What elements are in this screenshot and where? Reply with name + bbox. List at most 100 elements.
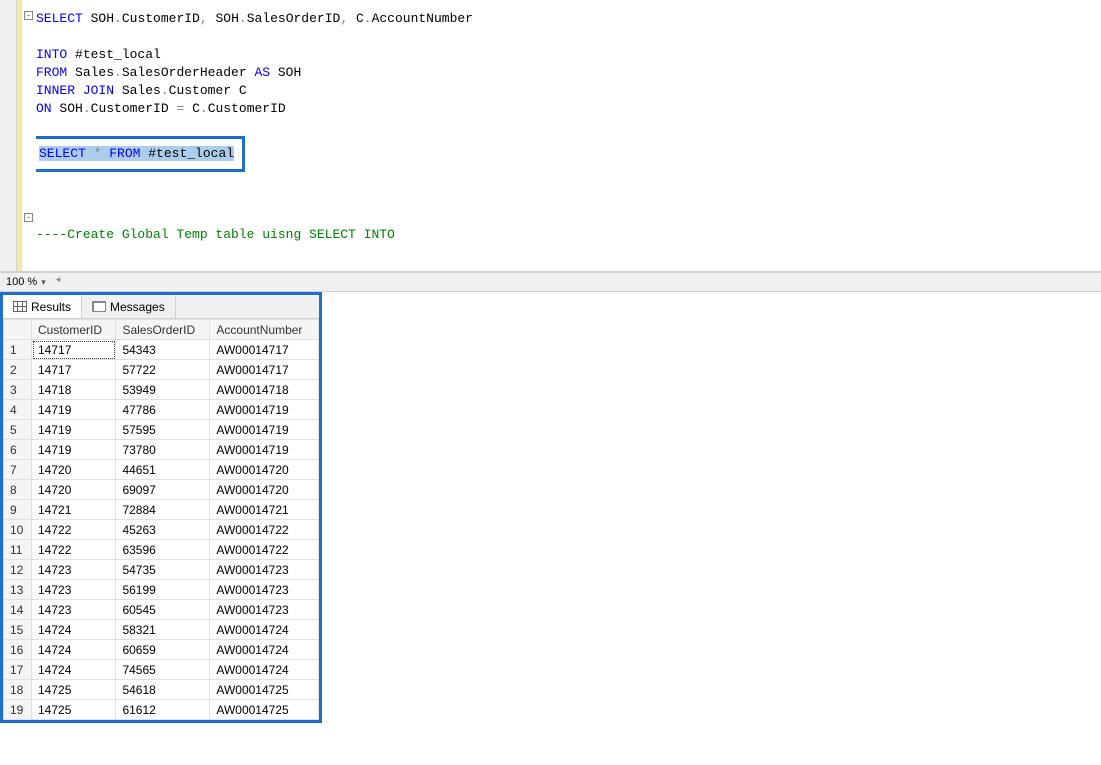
row-number[interactable]: 2 <box>4 360 32 380</box>
grid-cell[interactable]: 45263 <box>116 520 210 540</box>
grid-cell[interactable]: AW00014725 <box>210 680 319 700</box>
grid-cell[interactable]: AW00014720 <box>210 480 319 500</box>
table-row[interactable]: 31471853949AW00014718 <box>4 380 319 400</box>
grid-cell[interactable]: AW00014722 <box>210 520 319 540</box>
row-number[interactable]: 1 <box>4 340 32 360</box>
grid-cell[interactable]: 14722 <box>32 540 116 560</box>
grid-cell[interactable]: 54735 <box>116 560 210 580</box>
grid-cell[interactable]: 54343 <box>116 340 210 360</box>
grid-cell[interactable]: AW00014721 <box>210 500 319 520</box>
table-row[interactable]: 81472069097AW00014720 <box>4 480 319 500</box>
table-row[interactable]: 91472172884AW00014721 <box>4 500 319 520</box>
grid-cell[interactable]: 14724 <box>32 640 116 660</box>
grid-cell[interactable]: AW00014719 <box>210 440 319 460</box>
table-row[interactable]: 11471754343AW00014717 <box>4 340 319 360</box>
grid-cell[interactable]: 14721 <box>32 500 116 520</box>
row-number[interactable]: 8 <box>4 480 32 500</box>
grid-cell[interactable]: 74565 <box>116 660 210 680</box>
table-row[interactable]: 181472554618AW00014725 <box>4 680 319 700</box>
grid-cell[interactable]: 57722 <box>116 360 210 380</box>
column-header[interactable]: CustomerID <box>32 320 116 340</box>
grid-cell[interactable]: 14719 <box>32 420 116 440</box>
grid-cell[interactable]: AW00014717 <box>210 360 319 380</box>
grid-cell[interactable]: 14725 <box>32 700 116 720</box>
row-number[interactable]: 17 <box>4 660 32 680</box>
grid-cell[interactable]: 14720 <box>32 460 116 480</box>
row-number[interactable]: 12 <box>4 560 32 580</box>
tab-messages[interactable]: Messages <box>82 295 176 318</box>
grid-cell[interactable]: 14724 <box>32 620 116 640</box>
grid-cell[interactable]: AW00014719 <box>210 400 319 420</box>
table-row[interactable]: 121472354735AW00014723 <box>4 560 319 580</box>
grid-cell[interactable]: AW00014724 <box>210 660 319 680</box>
grid-cell[interactable]: AW00014718 <box>210 380 319 400</box>
grid-cell[interactable]: AW00014722 <box>210 540 319 560</box>
outline-collapse-icon[interactable]: - <box>24 213 33 222</box>
grid-cell[interactable]: AW00014719 <box>210 420 319 440</box>
zoom-level-select[interactable]: 100 % ▾ <box>6 276 46 288</box>
grid-cell[interactable]: AW00014717 <box>210 340 319 360</box>
grid-cell[interactable]: 60659 <box>116 640 210 660</box>
row-number[interactable]: 18 <box>4 680 32 700</box>
grid-cell[interactable]: 53949 <box>116 380 210 400</box>
rownum-header[interactable] <box>4 320 32 340</box>
row-number[interactable]: 19 <box>4 700 32 720</box>
grid-cell[interactable]: AW00014720 <box>210 460 319 480</box>
grid-cell[interactable]: AW00014724 <box>210 620 319 640</box>
grid-cell[interactable]: AW00014723 <box>210 580 319 600</box>
table-row[interactable]: 171472474565AW00014724 <box>4 660 319 680</box>
row-number[interactable]: 11 <box>4 540 32 560</box>
grid-cell[interactable]: 14723 <box>32 560 116 580</box>
grid-cell[interactable]: AW00014724 <box>210 640 319 660</box>
row-number[interactable]: 6 <box>4 440 32 460</box>
grid-cell[interactable]: 57595 <box>116 420 210 440</box>
grid-cell[interactable]: AW00014725 <box>210 700 319 720</box>
grid-cell[interactable]: 14722 <box>32 520 116 540</box>
grid-cell[interactable]: 14723 <box>32 580 116 600</box>
grid-cell[interactable]: 69097 <box>116 480 210 500</box>
grid-cell[interactable]: 58321 <box>116 620 210 640</box>
grid-cell[interactable]: 14720 <box>32 480 116 500</box>
grid-cell[interactable]: 14719 <box>32 440 116 460</box>
grid-cell[interactable]: 54618 <box>116 680 210 700</box>
table-row[interactable]: 111472263596AW00014722 <box>4 540 319 560</box>
grid-cell[interactable]: 47786 <box>116 400 210 420</box>
row-number[interactable]: 10 <box>4 520 32 540</box>
grid-cell[interactable]: 73780 <box>116 440 210 460</box>
grid-cell[interactable]: 14724 <box>32 660 116 680</box>
grid-cell[interactable]: AW00014723 <box>210 600 319 620</box>
row-number[interactable]: 3 <box>4 380 32 400</box>
table-row[interactable]: 41471947786AW00014719 <box>4 400 319 420</box>
outline-collapse-icon[interactable]: - <box>24 11 33 20</box>
table-row[interactable]: 61471973780AW00014719 <box>4 440 319 460</box>
grid-cell[interactable]: 61612 <box>116 700 210 720</box>
row-number[interactable]: 13 <box>4 580 32 600</box>
grid-cell[interactable]: 14719 <box>32 400 116 420</box>
sql-editor[interactable]: SELECT SOH.CustomerID, SOH.SalesOrderID,… <box>36 0 1101 271</box>
column-header[interactable]: SalesOrderID <box>116 320 210 340</box>
row-number[interactable]: 15 <box>4 620 32 640</box>
row-number[interactable]: 5 <box>4 420 32 440</box>
results-grid[interactable]: CustomerID SalesOrderID AccountNumber 11… <box>3 319 319 720</box>
row-number[interactable]: 7 <box>4 460 32 480</box>
grid-cell[interactable]: 63596 <box>116 540 210 560</box>
table-row[interactable]: 161472460659AW00014724 <box>4 640 319 660</box>
editor-horizontal-scrollbar[interactable] <box>56 274 1101 290</box>
table-row[interactable]: 51471957595AW00014719 <box>4 420 319 440</box>
grid-cell[interactable]: 44651 <box>116 460 210 480</box>
grid-cell[interactable]: 60545 <box>116 600 210 620</box>
grid-cell[interactable]: 14723 <box>32 600 116 620</box>
editor-vertical-scrollbar[interactable] <box>0 0 17 271</box>
tab-results[interactable]: Results <box>3 295 82 318</box>
table-row[interactable]: 21471757722AW00014717 <box>4 360 319 380</box>
table-row[interactable]: 71472044651AW00014720 <box>4 460 319 480</box>
row-number[interactable]: 9 <box>4 500 32 520</box>
grid-cell[interactable]: 14718 <box>32 380 116 400</box>
table-row[interactable]: 141472360545AW00014723 <box>4 600 319 620</box>
grid-cell[interactable]: 56199 <box>116 580 210 600</box>
row-number[interactable]: 4 <box>4 400 32 420</box>
row-number[interactable]: 14 <box>4 600 32 620</box>
table-row[interactable]: 191472561612AW00014725 <box>4 700 319 720</box>
table-row[interactable]: 101472245263AW00014722 <box>4 520 319 540</box>
table-row[interactable]: 151472458321AW00014724 <box>4 620 319 640</box>
